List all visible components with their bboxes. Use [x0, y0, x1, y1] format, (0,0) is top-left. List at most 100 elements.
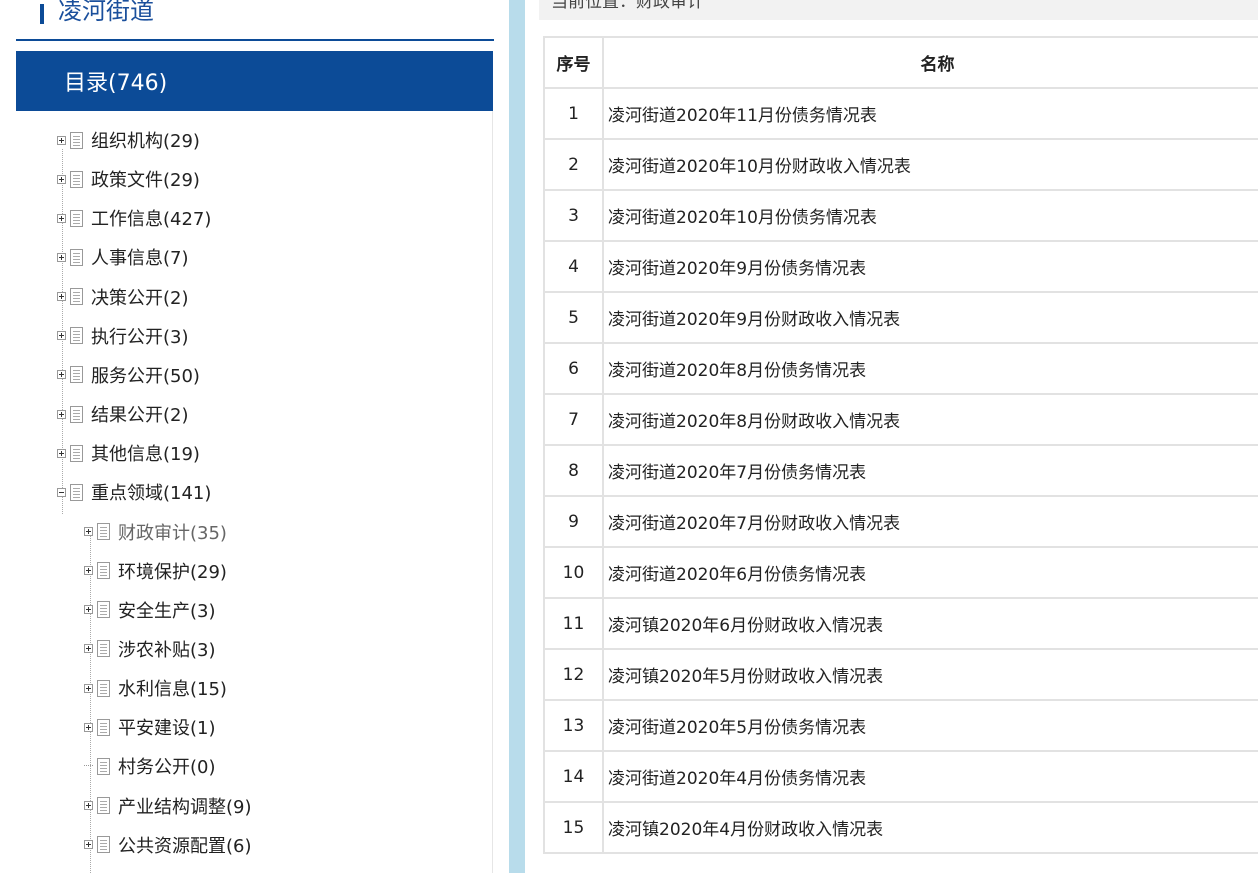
tree-item[interactable]: 组织机构(29) [57, 127, 200, 153]
row-title-link[interactable]: 凌河街道2020年9月份债务情况表 [602, 240, 1258, 293]
column-header-name: 名称 [602, 36, 1258, 89]
table-row: 15 凌河镇2020年4月份财政收入情况表 [543, 801, 1258, 854]
table-row: 9 凌河街道2020年7月份财政收入情况表 [543, 495, 1258, 548]
tree-item-label[interactable]: 水利信息(15) [118, 675, 227, 701]
tree-item[interactable]: 水利信息(15) [84, 675, 227, 701]
row-title-link[interactable]: 凌河街道2020年4月份债务情况表 [602, 750, 1258, 803]
row-title-link[interactable]: 凌河街道2020年9月份财政收入情况表 [602, 291, 1258, 344]
tree-item[interactable]: 决策公开(2) [57, 284, 189, 310]
tree-item-label[interactable]: 产业结构调整(9) [118, 793, 252, 819]
tree-item-label[interactable]: 环境保护(29) [118, 558, 227, 584]
directory-header-label: 目录(746) [64, 71, 168, 96]
row-title-link[interactable]: 凌河镇2020年5月份财政收入情况表 [602, 648, 1258, 701]
document-icon [97, 718, 110, 736]
expand-plus-icon[interactable] [84, 566, 93, 576]
table-row: 4 凌河街道2020年9月份债务情况表 [543, 240, 1258, 293]
row-title-link[interactable]: 凌河街道2020年7月份债务情况表 [602, 444, 1258, 497]
tree-item[interactable]: 其他信息(19) [57, 440, 200, 466]
tree-item-label[interactable]: 决策公开(2) [91, 284, 189, 310]
tree-item[interactable]: 执行公开(3) [57, 323, 189, 349]
tree-item-label[interactable]: 财政审计(35) [118, 519, 227, 545]
table-header-row: 序号 名称 [543, 36, 1258, 89]
expand-plus-icon[interactable] [57, 409, 66, 419]
tree-item[interactable]: 工作信息(427) [57, 205, 211, 231]
table-row: 6 凌河街道2020年8月份债务情况表 [543, 342, 1258, 395]
tree-item[interactable]: 结果公开(2) [57, 401, 189, 427]
expand-plus-icon[interactable] [57, 135, 66, 145]
row-index: 12 [543, 648, 604, 701]
site-title: 凌河街道 [40, 0, 154, 28]
tree-item-label[interactable]: 政策文件(29) [91, 166, 200, 192]
document-icon [97, 562, 110, 580]
expand-plus-icon[interactable] [84, 840, 93, 850]
tree-item-label[interactable]: 安全生产(3) [118, 597, 216, 623]
row-index: 14 [543, 750, 604, 803]
expand-plus-icon[interactable] [57, 174, 66, 184]
expand-plus-icon[interactable] [84, 683, 93, 693]
tree-item[interactable]: 涉农补贴(3) [84, 636, 216, 662]
tree-item-label[interactable]: 服务公开(50) [91, 362, 200, 388]
tree-item[interactable]: 产业结构调整(9) [84, 793, 252, 819]
row-title-link[interactable]: 凌河镇2020年6月份财政收入情况表 [602, 597, 1258, 650]
row-title-link[interactable]: 凌河街道2020年10月份债务情况表 [602, 189, 1258, 242]
expand-plus-icon[interactable] [84, 605, 93, 615]
tree-item[interactable]: 安全生产(3) [84, 597, 216, 623]
tree-item-label[interactable]: 其他信息(19) [91, 440, 200, 466]
tree-item[interactable]: 财政审计(35) [84, 519, 227, 545]
row-title-link[interactable]: 凌河街道2020年8月份债务情况表 [602, 342, 1258, 395]
breadcrumb: 当前位置：财政审计 [539, 0, 1258, 20]
tree-item-label[interactable]: 结果公开(2) [91, 401, 189, 427]
row-index: 11 [543, 597, 604, 650]
document-table: 序号 名称 1 凌河街道2020年11月份债务情况表 2 凌河街道2020年10月份财… [543, 36, 1258, 854]
document-icon [70, 327, 83, 345]
tree-item-label[interactable]: 公共资源配置(6) [118, 832, 252, 858]
expand-plus-icon[interactable] [84, 722, 93, 732]
tree-item[interactable]: 政策文件(29) [57, 166, 200, 192]
table-row: 1 凌河街道2020年11月份债务情况表 [543, 87, 1258, 140]
tree-item[interactable]: 服务公开(50) [57, 362, 200, 388]
table-row: 5 凌河街道2020年9月份财政收入情况表 [543, 291, 1258, 344]
collapse-minus-icon[interactable] [57, 487, 66, 497]
row-index: 7 [543, 393, 604, 446]
tree-item-label[interactable]: 执行公开(3) [91, 323, 189, 349]
document-icon [97, 679, 110, 697]
table-row: 7 凌河街道2020年8月份财政收入情况表 [543, 393, 1258, 446]
tree-item[interactable]: 人事信息(7) [57, 244, 189, 270]
tree-item[interactable]: 重点领域(141) [57, 479, 211, 505]
expand-plus-icon[interactable] [84, 644, 93, 654]
tree-item-label[interactable]: 重点领域(141) [91, 479, 211, 505]
expand-plus-icon[interactable] [84, 527, 93, 536]
tree-item-label[interactable]: 人事信息(7) [91, 244, 189, 270]
tree-item[interactable]: 平安建设(1) [84, 714, 216, 740]
document-icon [70, 131, 83, 149]
tree-item-label[interactable]: 工作信息(427) [91, 205, 211, 231]
tree-item-label[interactable]: 组织机构(29) [91, 127, 200, 153]
row-title-link[interactable]: 凌河街道2020年5月份债务情况表 [602, 699, 1258, 752]
expand-plus-icon[interactable] [84, 801, 93, 811]
tree-item[interactable]: 公共资源配置(6) [84, 832, 252, 858]
tree-item-label[interactable]: 平安建设(1) [118, 714, 216, 740]
table-body: 1 凌河街道2020年11月份债务情况表 2 凌河街道2020年10月份财政收入情况表… [543, 87, 1258, 854]
left-panel: 凌河街道 目录(746) 组织机构(29) 政策文件(29) 工作信息(427) 人事… [0, 0, 509, 873]
row-title-link[interactable]: 凌河街道2020年6月份债务情况表 [602, 546, 1258, 599]
tree-item-label[interactable]: 村务公开(0) [118, 753, 216, 779]
panel-separator [509, 0, 525, 873]
expand-plus-icon[interactable] [57, 213, 66, 223]
expand-plus-icon[interactable] [57, 292, 66, 302]
expand-plus-icon[interactable] [57, 331, 66, 341]
expand-plus-icon[interactable] [57, 448, 66, 458]
document-icon [70, 170, 83, 188]
table-row: 10 凌河街道2020年6月份债务情况表 [543, 546, 1258, 599]
row-title-link[interactable]: 凌河街道2020年8月份财政收入情况表 [602, 393, 1258, 446]
expand-plus-icon[interactable] [57, 252, 66, 262]
row-index: 1 [543, 87, 604, 140]
expand-plus-icon[interactable] [57, 370, 66, 380]
tree-item[interactable]: 环境保护(29) [84, 558, 227, 584]
tree-item[interactable]: 村务公开(0) [84, 753, 216, 779]
row-title-link[interactable]: 凌河镇2020年4月份财政收入情况表 [602, 801, 1258, 854]
row-title-link[interactable]: 凌河街道2020年11月份债务情况表 [602, 87, 1258, 140]
row-title-link[interactable]: 凌河街道2020年10月份财政收入情况表 [602, 138, 1258, 191]
document-icon [70, 483, 83, 501]
row-title-link[interactable]: 凌河街道2020年7月份财政收入情况表 [602, 495, 1258, 548]
tree-item-label[interactable]: 涉农补贴(3) [118, 636, 216, 662]
